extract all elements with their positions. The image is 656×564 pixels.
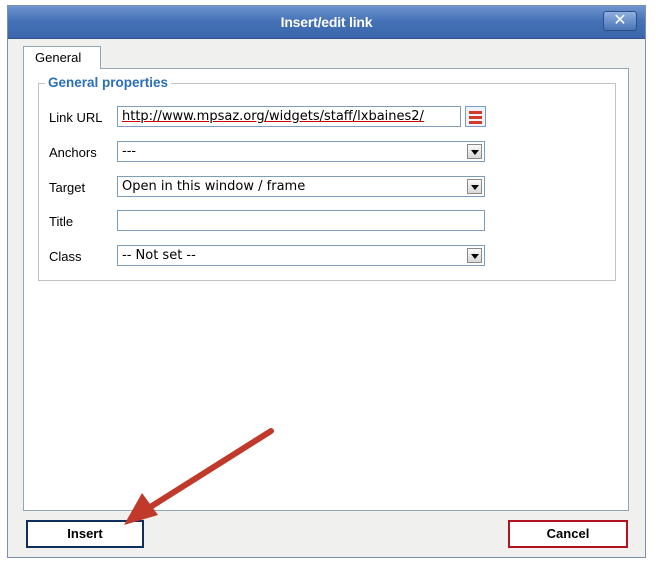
target-label: Target bbox=[49, 180, 86, 195]
class-selected-value: -- Not set -- bbox=[122, 248, 196, 263]
tab-general[interactable]: General bbox=[23, 46, 101, 69]
link-url-value: http://www.mpsaz.org/widgets/staff/lxbai… bbox=[122, 109, 424, 124]
chevron-down-icon[interactable] bbox=[467, 179, 482, 194]
dialog-title: Insert/edit link bbox=[280, 14, 373, 30]
close-button[interactable]: ✕ bbox=[603, 11, 637, 31]
chevron-down-icon[interactable] bbox=[467, 144, 482, 159]
browse-link-button[interactable] bbox=[465, 106, 486, 127]
link-url-input[interactable]: http://www.mpsaz.org/widgets/staff/lxbai… bbox=[117, 106, 461, 127]
target-select[interactable]: Open in this window / frame bbox=[117, 176, 485, 197]
anchors-select[interactable]: --- bbox=[117, 141, 485, 162]
cancel-button[interactable]: Cancel bbox=[508, 520, 628, 548]
close-icon: ✕ bbox=[613, 12, 627, 29]
dialog-titlebar[interactable]: Insert/edit link ✕ bbox=[8, 6, 645, 39]
general-properties-legend: General properties bbox=[45, 75, 172, 90]
general-panel: General properties Link URL http://www.m… bbox=[23, 68, 629, 511]
target-selected-value: Open in this window / frame bbox=[122, 179, 306, 194]
chevron-down-icon[interactable] bbox=[467, 248, 482, 263]
general-properties-fieldset: General properties Link URL http://www.m… bbox=[38, 75, 616, 281]
class-select[interactable]: -- Not set -- bbox=[117, 245, 485, 266]
class-label: Class bbox=[49, 249, 82, 264]
link-url-label: Link URL bbox=[49, 110, 103, 125]
title-label: Title bbox=[49, 214, 74, 229]
anchors-selected-value: --- bbox=[122, 144, 137, 159]
anchors-label: Anchors bbox=[49, 145, 97, 160]
insert-button[interactable]: Insert bbox=[26, 520, 144, 548]
title-input[interactable] bbox=[117, 210, 485, 231]
